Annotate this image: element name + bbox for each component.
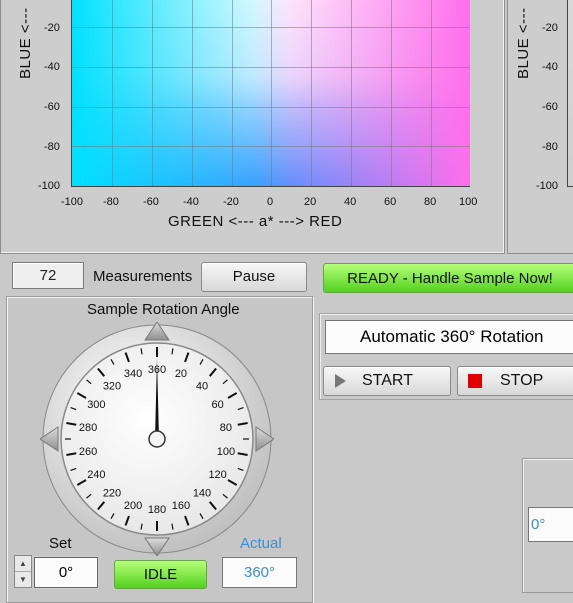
x-tick: -20	[223, 196, 239, 208]
x-tick: -80	[103, 196, 119, 208]
gauge-label: 60	[211, 399, 223, 411]
x-axis-label: GREEN <--- a* ---> RED	[168, 213, 343, 230]
y-axis-label: BLUE <---	[17, 7, 34, 79]
y-tick: -60	[542, 101, 558, 113]
actual-label: Actual	[240, 535, 282, 552]
needle-hub	[148, 430, 166, 448]
rotation-gauge[interactable]: 3602040608010012014016018020022024026028…	[40, 322, 274, 556]
play-icon	[335, 374, 346, 388]
gauge-label: 100	[217, 446, 235, 458]
measurement-count: 72	[12, 262, 84, 289]
gauge-label: 340	[124, 368, 142, 380]
set-label: Set	[49, 535, 72, 552]
y-tick: -100	[536, 180, 559, 192]
stop-label: STOP	[500, 372, 544, 389]
x-tick: -60	[143, 196, 159, 208]
pause-button[interactable]: Pause	[201, 262, 307, 292]
gauge-title: Sample Rotation Angle	[87, 301, 240, 318]
y-tick: -40	[542, 61, 558, 73]
gauge-label: 180	[148, 504, 166, 516]
actual-angle-display: 360°	[222, 557, 297, 588]
x-tick: 20	[304, 196, 317, 208]
gauge-label: 140	[193, 488, 211, 500]
y-tick: -20	[542, 22, 558, 34]
gauge-label: 20	[175, 368, 187, 380]
y-tick: -20	[44, 22, 60, 34]
x-tick: 60	[384, 196, 397, 208]
y-tick: -60	[44, 101, 60, 113]
chart-panel: BLUE <--- -20 -40 -60 -80 -100 -100 -80 …	[0, 0, 505, 254]
set-stepper[interactable]: ▲ ▼	[14, 555, 32, 588]
y-axis-label-2: BLUE <---	[515, 7, 532, 79]
status-indicator: READY - Handle Sample Now!	[323, 263, 573, 293]
gauge-label: 120	[208, 469, 226, 481]
gauge-label: 280	[79, 422, 97, 434]
gauge-label: 40	[196, 380, 208, 392]
x-tick: 80	[424, 196, 437, 208]
x-tick: -40	[183, 196, 199, 208]
stop-icon	[468, 374, 482, 388]
gauge-label: 300	[87, 399, 105, 411]
y-tick: -100	[38, 180, 61, 192]
idle-indicator: IDLE	[114, 560, 207, 589]
chart-panel-2: BLUE <--- -20 -40 -60 -80 -100	[507, 0, 573, 254]
gauge-label: 260	[79, 446, 97, 458]
mode-display: Automatic 360° Rotation	[325, 320, 573, 354]
start-button[interactable]: START	[323, 366, 451, 396]
gauge-label: 240	[87, 469, 105, 481]
gauge-label: 160	[172, 500, 190, 512]
y-tick: -40	[44, 61, 60, 73]
gauge-label: 80	[220, 422, 232, 434]
x-tick: 0	[267, 196, 274, 208]
stop-button[interactable]: STOP	[457, 366, 573, 396]
color-plot-area[interactable]	[71, 0, 470, 187]
plot-area-2[interactable]	[567, 0, 573, 187]
measurements-label: Measurements	[93, 268, 193, 285]
gauge-label: 320	[103, 380, 121, 392]
start-label: START	[362, 372, 413, 389]
right-value-display: 0°	[528, 507, 573, 542]
y-tick: -80	[542, 141, 558, 153]
gauge-label: 200	[124, 500, 142, 512]
x-tick: 100	[459, 196, 478, 208]
set-angle-input[interactable]: 0°	[33, 556, 99, 589]
increment-icon[interactable]: ▲	[15, 556, 31, 572]
y-tick: -80	[44, 141, 60, 153]
x-tick: -100	[61, 196, 84, 208]
decrement-icon[interactable]: ▼	[15, 572, 31, 587]
gauge-label: 220	[103, 488, 121, 500]
x-tick: 40	[344, 196, 357, 208]
